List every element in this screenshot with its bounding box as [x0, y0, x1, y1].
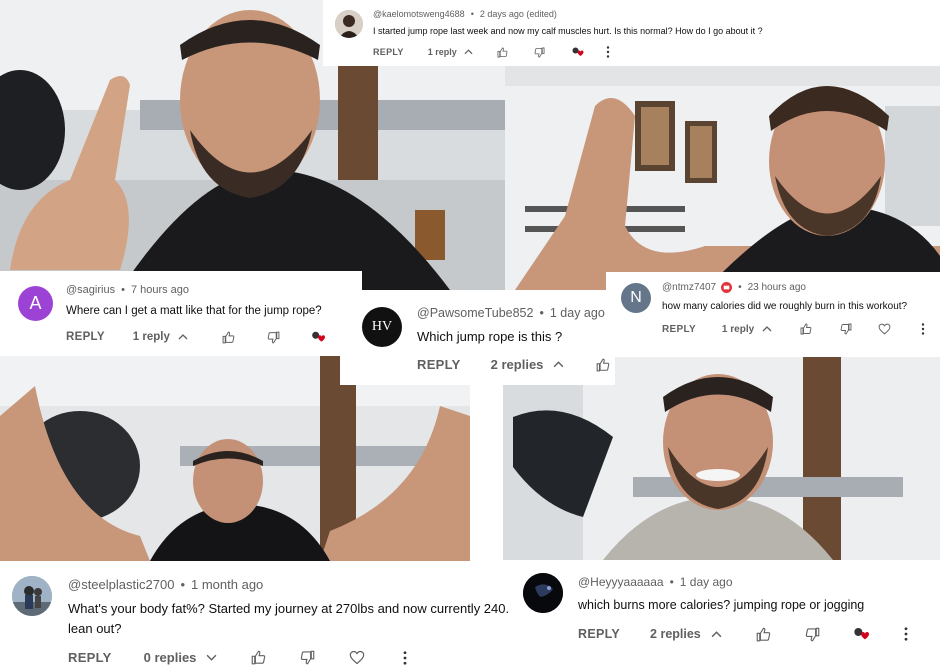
- comment-card: N @ntmz7407 • 23 hours ago how many calor…: [606, 272, 940, 344]
- video-still-top-right: [505, 66, 940, 290]
- avatar-letter: N: [630, 289, 642, 306]
- comment-text: how many calories did we roughly burn in…: [662, 301, 908, 312]
- comment-time: 2 days ago (edited): [479, 9, 557, 19]
- comment-card: @steelplastic2700 • 1 month ago What's you…: [0, 561, 510, 666]
- comment-time: 7 hours ago: [130, 284, 190, 296]
- reply-button[interactable]: REPLY: [578, 627, 620, 641]
- user-avatar[interactable]: [335, 10, 363, 38]
- user-avatar[interactable]: HV: [362, 307, 402, 347]
- replies-count: 1 reply: [721, 323, 755, 335]
- replies-toggle[interactable]: 2 replies: [491, 357, 565, 372]
- chevron-up-icon: [762, 326, 772, 332]
- user-avatar[interactable]: N: [621, 283, 651, 313]
- comment-time: 1 day ago: [549, 306, 605, 320]
- thumbs-down-icon[interactable]: [300, 650, 315, 665]
- comment-time: 1 month ago: [191, 577, 264, 592]
- thumbs-up-icon[interactable]: [251, 650, 266, 665]
- separator-dot: •: [669, 575, 674, 589]
- more-vert-icon[interactable]: [921, 323, 925, 335]
- thumbs-down-icon[interactable]: [267, 331, 280, 344]
- separator-dot: •: [738, 282, 742, 293]
- comment-author[interactable]: @ntmz7407: [662, 282, 716, 293]
- comment-card: HV @PawsomeTube852 • 1 day ago Which jump …: [340, 290, 615, 385]
- reply-button[interactable]: REPLY: [68, 650, 112, 665]
- reply-button[interactable]: REPLY: [373, 47, 404, 57]
- creator-heart-icon: [310, 330, 326, 344]
- thumbs-up-icon[interactable]: [222, 331, 235, 344]
- chevron-up-icon: [178, 334, 188, 340]
- comment-card: @kaelomotsweng4688 • 2 days ago (edited) I…: [323, 0, 779, 66]
- thumbs-down-icon[interactable]: [534, 47, 545, 58]
- comment-text: which burns more calories? jumping rope …: [578, 598, 865, 612]
- separator-dot: •: [121, 284, 125, 296]
- avatar-letter: A: [29, 293, 42, 313]
- comment-time: 23 hours ago: [747, 282, 806, 293]
- heart-outline-icon[interactable]: [349, 650, 365, 665]
- heart-outline-icon[interactable]: [878, 323, 891, 335]
- separator-dot: •: [539, 306, 544, 320]
- separator-dot: •: [180, 577, 185, 592]
- comment-card: @Heyyyaaaaaa • 1 day ago which burns more …: [510, 560, 940, 666]
- comment-author[interactable]: @PawsomeTube852: [417, 306, 533, 320]
- chevron-up-icon: [553, 361, 564, 368]
- chevron-up-icon: [711, 630, 722, 638]
- separator-dot: •: [470, 9, 474, 19]
- thumbs-down-icon[interactable]: [840, 323, 852, 335]
- thumbs-up-icon[interactable]: [800, 323, 812, 335]
- video-still-bottom-left: [0, 356, 470, 561]
- chevron-down-icon: [206, 654, 217, 661]
- reply-button[interactable]: REPLY: [66, 331, 105, 343]
- thumbs-up-icon[interactable]: [596, 358, 610, 372]
- comment-text: Where can I get a matt like that for the…: [66, 305, 322, 317]
- user-avatar[interactable]: [12, 576, 52, 616]
- comment-text: I started jump rope last week and now my…: [373, 26, 763, 36]
- replies-toggle[interactable]: 2 replies: [650, 627, 722, 641]
- comment-text-line-1: What's your body fat%? Started my journe…: [68, 601, 510, 616]
- comment-card: A @sagirius • 7 hours ago Where can I get …: [0, 271, 362, 356]
- replies-count: 1 reply: [132, 331, 170, 343]
- creator-heart-icon: [852, 626, 870, 642]
- replies-count: 0 replies: [143, 650, 197, 665]
- user-avatar[interactable]: A: [18, 286, 53, 321]
- more-vert-icon[interactable]: [904, 627, 908, 641]
- comment-author[interactable]: @Heyyyaaaaaa: [578, 575, 664, 589]
- comment-text: Which jump rope is this ?: [417, 329, 563, 344]
- creator-heart-icon: [571, 46, 584, 58]
- replies-toggle[interactable]: 1 reply: [722, 324, 772, 335]
- reply-button[interactable]: REPLY: [417, 357, 461, 372]
- video-still-bottom-right: [503, 357, 940, 560]
- replies-toggle[interactable]: 1 reply: [428, 47, 473, 57]
- chevron-up-icon: [464, 49, 473, 55]
- comment-text-line-2: lean out?: [68, 621, 122, 636]
- replies-count: 2 replies: [650, 627, 701, 641]
- user-avatar[interactable]: [523, 573, 563, 613]
- thumbs-down-icon[interactable]: [805, 627, 820, 642]
- avatar-letter: HV: [371, 319, 393, 334]
- comment-author[interactable]: @steelplastic2700: [68, 577, 174, 592]
- replies-toggle[interactable]: 1 reply: [133, 331, 188, 343]
- comment-author[interactable]: @sagirius: [66, 284, 115, 296]
- replies-count: 2 replies: [490, 357, 544, 372]
- thumbs-up-icon[interactable]: [497, 47, 508, 58]
- thumbs-up-icon[interactable]: [756, 627, 771, 642]
- comment-time: 1 day ago: [679, 575, 733, 589]
- comment-author[interactable]: @kaelomotsweng4688: [373, 9, 465, 19]
- more-vert-icon[interactable]: [403, 650, 407, 665]
- replies-count: 1 reply: [427, 47, 457, 57]
- member-badge-icon: [721, 282, 733, 293]
- more-vert-icon[interactable]: [606, 46, 610, 58]
- replies-toggle[interactable]: 0 replies: [144, 650, 218, 665]
- reply-button[interactable]: REPLY: [662, 324, 696, 335]
